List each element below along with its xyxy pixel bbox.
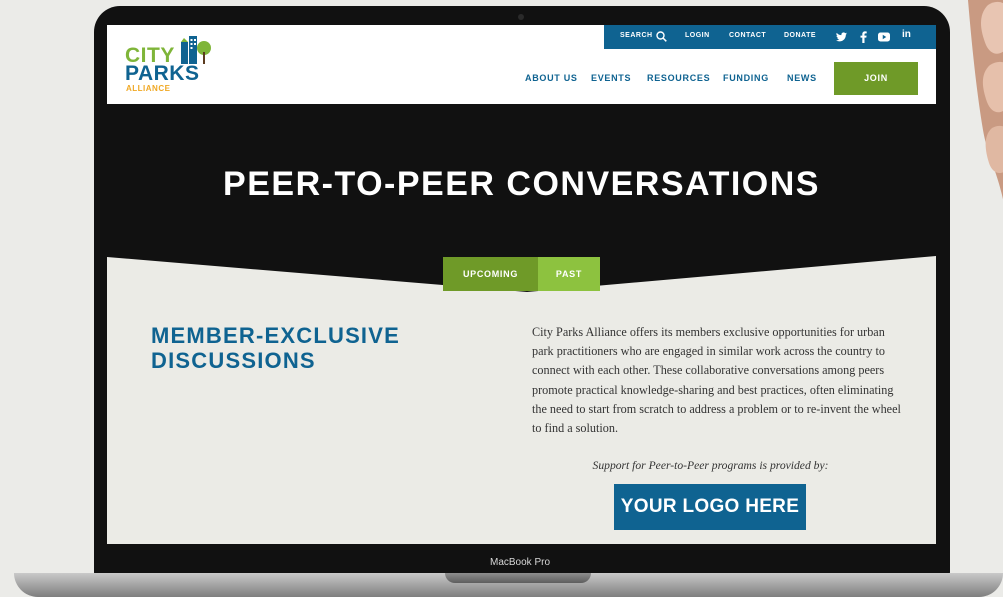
nav-events[interactable]: EVENTS xyxy=(591,73,631,83)
page-title: PEER-TO-PEER CONVERSATIONS xyxy=(223,165,820,203)
nav-news[interactable]: NEWS xyxy=(787,73,817,83)
youtube-icon[interactable] xyxy=(878,32,890,42)
login-link[interactable]: LOGIN xyxy=(685,32,710,39)
site-header: CITY PARKS ALLIANCE SEARCH LOGIN CONTACT… xyxy=(107,25,936,104)
city-parks-alliance-logo[interactable]: CITY PARKS ALLIANCE xyxy=(125,34,215,96)
donate-link[interactable]: DONATE xyxy=(784,32,816,39)
skyline-tree-icon xyxy=(181,36,211,64)
twitter-icon[interactable] xyxy=(836,32,847,42)
search-icon[interactable] xyxy=(656,31,667,42)
linkedin-icon[interactable]: in xyxy=(902,29,911,40)
nav-about-us[interactable]: ABOUT US xyxy=(525,73,578,83)
contact-link[interactable]: CONTACT xyxy=(729,32,766,39)
search-link[interactable]: SEARCH xyxy=(620,32,653,39)
camera xyxy=(518,14,524,20)
facebook-icon[interactable] xyxy=(860,31,867,43)
tab-upcoming[interactable]: UPCOMING xyxy=(443,257,538,291)
hand-holding-laptop xyxy=(968,0,1003,200)
utility-bar: SEARCH LOGIN CONTACT DONATE in xyxy=(604,25,936,49)
tab-past[interactable]: PAST xyxy=(538,257,600,291)
laptop-notch xyxy=(445,573,591,583)
laptop-screen: CITY PARKS ALLIANCE SEARCH LOGIN CONTACT… xyxy=(107,25,936,544)
sponsor-logo[interactable]: YOUR LOGO HERE xyxy=(614,484,806,530)
section-body: City Parks Alliance offers its members e… xyxy=(532,325,901,436)
device-model-label: MacBook Pro xyxy=(489,557,551,568)
section-heading: MEMBER-EXCLUSIVE DISCUSSIONS xyxy=(151,323,400,373)
nav-funding[interactable]: FUNDING xyxy=(723,73,769,83)
join-button[interactable]: JOIN xyxy=(834,62,918,95)
support-text: Support for Peer-to-Peer programs is pro… xyxy=(592,459,829,472)
nav-resources[interactable]: RESOURCES xyxy=(647,73,710,83)
